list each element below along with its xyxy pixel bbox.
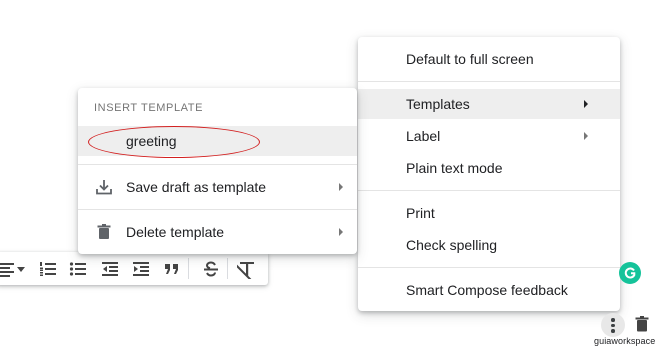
grammarly-icon[interactable]	[619, 262, 641, 284]
menu-item-label-submenu[interactable]: Label	[358, 121, 620, 151]
submenu-arrow-icon	[584, 100, 588, 108]
menu-item-print[interactable]: Print	[358, 198, 620, 228]
menu-item-templates[interactable]: Templates	[358, 89, 620, 119]
menu-item-default-full-screen[interactable]: Default to full screen	[358, 44, 620, 74]
download-icon	[94, 177, 114, 197]
menu-divider	[78, 209, 357, 210]
more-options-menu: Default to full screen Templates Label P…	[358, 37, 620, 311]
discard-trash-icon[interactable]	[632, 314, 652, 334]
indent-more-icon[interactable]	[131, 259, 151, 279]
numbered-list-icon[interactable]	[38, 259, 58, 279]
toolbar-divider	[227, 258, 228, 279]
indent-less-icon[interactable]	[100, 259, 120, 279]
formatting-toolbar	[0, 252, 268, 285]
submenu-arrow-icon	[339, 228, 343, 236]
menu-item-check-spelling[interactable]: Check spelling	[358, 230, 620, 260]
watermark-text: guiaworkspace	[594, 336, 656, 346]
insert-template-header: INSERT TEMPLATE	[94, 102, 204, 114]
trash-icon	[94, 222, 114, 242]
submenu-arrow-icon	[584, 132, 588, 140]
template-item-label: greeting	[126, 133, 177, 149]
more-vertical-icon[interactable]	[601, 313, 625, 337]
menu-divider	[358, 190, 620, 191]
menu-divider	[358, 267, 620, 268]
caret-down-icon[interactable]	[16, 259, 26, 279]
menu-item-smart-compose-feedback[interactable]: Smart Compose feedback	[358, 275, 620, 305]
save-draft-as-template-item[interactable]: Save draft as template	[78, 172, 357, 202]
delete-template-item[interactable]: Delete template	[78, 217, 357, 247]
bulleted-list-icon[interactable]	[68, 259, 88, 279]
menu-item-label: Check spelling	[406, 237, 498, 253]
toolbar-divider	[188, 258, 189, 279]
menu-item-label: Smart Compose feedback	[406, 282, 568, 298]
templates-submenu: INSERT TEMPLATE greeting Save draft as t…	[78, 88, 357, 254]
template-item-greeting[interactable]: greeting	[78, 126, 357, 156]
submenu-arrow-icon	[339, 183, 343, 191]
menu-divider	[78, 164, 357, 165]
menu-item-label: Templates	[406, 96, 470, 112]
menu-divider	[358, 81, 620, 82]
menu-item-label: Print	[406, 205, 435, 221]
menu-item-plain-text-mode[interactable]: Plain text mode	[358, 153, 620, 183]
remove-formatting-icon[interactable]	[237, 259, 257, 279]
menu-item-label: Default to full screen	[406, 51, 534, 67]
strikethrough-icon[interactable]	[201, 259, 221, 279]
menu-item-label: Save draft as template	[126, 179, 267, 195]
quote-icon[interactable]	[162, 259, 182, 279]
menu-item-label: Delete template	[126, 224, 225, 240]
menu-item-label: Label	[406, 128, 441, 144]
menu-item-label: Plain text mode	[406, 160, 503, 176]
